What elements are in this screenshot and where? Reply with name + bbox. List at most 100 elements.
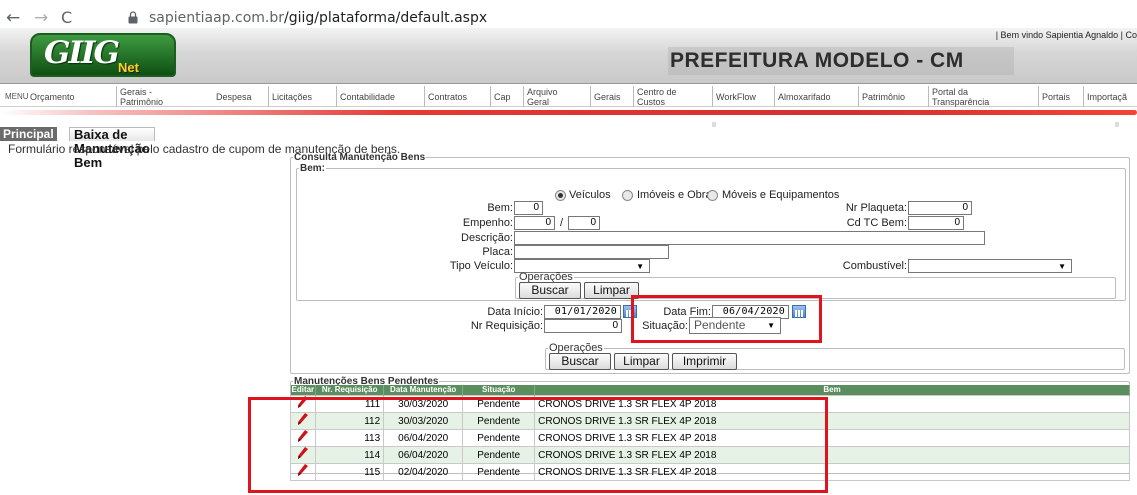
logo-sub-text: Net [118,60,139,75]
bem-cell: CRONOS DRIVE 1.3 SR FLEX 4P 2018 [534,412,1130,430]
menu-item-patrimonio[interactable]: Patrimônio [858,86,905,107]
giig-logo: GIIG Net [30,33,176,77]
menu-item-despesa[interactable]: Despesa [213,86,252,107]
edit-pencil-icon[interactable] [297,464,309,476]
data-inicio-input[interactable]: 01/01/2020 [544,305,621,319]
situacao-cell: Pendente [462,446,536,464]
nr-plaqueta-label: Nr Plaqueta: [845,202,907,214]
radio-moveis-equipamentos[interactable] [707,190,718,201]
calendar-icon[interactable] [792,305,806,318]
logo-main-text: GIIG [44,35,120,71]
main-menu: MENU Orçamento Gerais - Patrimônio Despe… [0,86,1137,107]
table-row: 113 06/04/2020 Pendente CRONOS DRIVE 1.3 SR… [289,429,1130,447]
data-manutencao-cell: 30/03/2020 [383,412,464,430]
edit-cell [289,412,317,430]
descricao-label: Descrição: [461,232,513,244]
edit-cell [289,446,317,464]
menu-item-portais[interactable]: Portais [1038,86,1070,107]
menu-label: MENU [5,91,29,101]
placa-label: Placa: [482,246,513,258]
welcome-text: | Bem vindo Sapientia Agnaldo | Co [995,30,1137,40]
nr-requisicao-cell: 112 [315,412,385,430]
descricao-input[interactable] [514,231,985,245]
bem-legend: Bem: [300,163,326,174]
lock-icon [128,11,138,27]
imprimir-button[interactable]: Imprimir [672,353,737,370]
col-editar: Editar [290,385,317,396]
menu-item-almoxarifado[interactable]: Almoxarifado [774,86,831,107]
edit-pencil-icon[interactable] [297,396,309,408]
radio-imoveis-label: Imóveis e Obras [637,189,718,201]
pendentes-table: Editar Nr. Requisição Data Manutenção Si… [289,385,1130,481]
placa-input[interactable] [514,245,669,259]
bem-cell: CRONOS DRIVE 1.3 SR FLEX 4P 2018 [534,395,1130,413]
situacao-cell: Pendente [462,429,536,447]
radio-veiculos[interactable] [555,190,566,201]
col-nr-requisicao: Nr. Requisição [315,385,385,396]
nr-requisicao-label: Nr Requisição: [470,320,543,332]
menu-item-licitacoes[interactable]: Licitações [268,86,312,107]
table-header-row: Editar Nr. Requisição Data Manutenção Si… [290,385,1130,396]
table-row: 112 30/03/2020 Pendente CRONOS DRIVE 1.3 SR… [289,412,1130,430]
situacao-label: Situação: [642,320,688,332]
cd-tc-bem-input[interactable]: 0 [908,216,964,230]
menu-item-centro-custos[interactable]: Centro de Custos [633,86,685,107]
menu-item-cap[interactable]: Cap [490,86,511,107]
radio-moveis-label: Móveis e Equipamentos [722,189,840,201]
data-manutencao-cell: 06/04/2020 [383,446,464,464]
empenho-input[interactable]: 0 [514,216,555,230]
data-inicio-label: Data Início: [487,306,543,318]
menu-item-workflow[interactable]: WorkFlow [712,86,756,107]
address-bar[interactable]: sapientiaap.com.br/giig/plataforma/defau… [149,10,487,26]
nr-requisicao-input[interactable]: 0 [544,319,622,333]
edit-pencil-icon[interactable] [297,413,309,425]
radio-imoveis-obras[interactable] [622,190,633,201]
menu-item-contratos[interactable]: Contratos [424,86,467,107]
bem-input[interactable]: 0 [514,201,543,215]
reload-icon[interactable]: C [61,9,72,27]
nr-requisicao-cell: 111 [315,395,385,413]
bem-cell: CRONOS DRIVE 1.3 SR FLEX 4P 2018 [534,463,1130,481]
empenho-ano-input[interactable]: 0 [568,216,600,230]
empenho-separator: / [560,217,564,229]
situacao-select[interactable]: Pendente ▼ [689,317,781,334]
menu-item-contabilidade[interactable]: Contabilidade [336,86,395,107]
url-path: /giig/plataforma/default.aspx [284,10,488,26]
col-data-manutencao: Data Manutenção [383,385,464,396]
col-situacao: Situação [462,385,536,396]
menu-item-gerais-patrimonio[interactable]: Gerais - Patrimônio [116,86,188,107]
data-manutencao-cell: 06/04/2020 [383,429,464,447]
edit-cell [289,463,317,481]
table-row: 114 06/04/2020 Pendente CRONOS DRIVE 1.3 SR… [289,446,1130,464]
limpar-button[interactable]: Limpar [614,353,669,370]
tipo-veiculo-label: Tipo Veículo: [449,260,513,272]
data-manutencao-cell: 30/03/2020 [383,395,464,413]
forward-icon[interactable]: → [34,9,48,27]
edit-cell [289,395,317,413]
nr-requisicao-cell: 115 [315,463,385,481]
menu-item-orcamento[interactable]: Orçamento [27,86,75,107]
menu-item-portal-transparencia[interactable]: Portal da Transparência [928,86,1008,107]
consulta-legend: Consulta Manutenção Bens [294,152,426,163]
edit-pencil-icon[interactable] [297,447,309,459]
limpar-bem-button[interactable]: Limpar [584,282,639,299]
table-row: 115 02/04/2020 Pendente CRONOS DRIVE 1.3 SR… [289,463,1130,481]
cd-tc-bem-label: Cd TC Bem: [846,217,907,229]
menu-item-arquivo-geral[interactable]: Arquivo Geral [523,86,563,107]
tab-baixa-manutencao[interactable]: Baixa de Manutenção Bem [69,127,155,170]
menu-item-gerais[interactable]: Gerais [590,86,621,107]
nr-requisicao-cell: 114 [315,446,385,464]
buscar-bem-button[interactable]: Buscar [519,282,581,299]
nr-plaqueta-input[interactable]: 0 [908,201,972,215]
menu-accent-bar [0,110,1137,115]
tab-principal[interactable]: Principal [0,127,57,141]
menu-item-importacao[interactable]: Importaçã [1083,86,1127,107]
radio-veiculos-label: Veículos [569,189,611,201]
buscar-button[interactable]: Buscar [549,353,611,370]
url-domain: sapientiaap.com.br [149,10,285,26]
calendar-icon[interactable] [623,305,637,318]
col-bem: Bem [534,385,1130,396]
back-icon[interactable]: ← [6,9,20,27]
edit-pencil-icon[interactable] [297,430,309,442]
situacao-cell: Pendente [462,412,536,430]
